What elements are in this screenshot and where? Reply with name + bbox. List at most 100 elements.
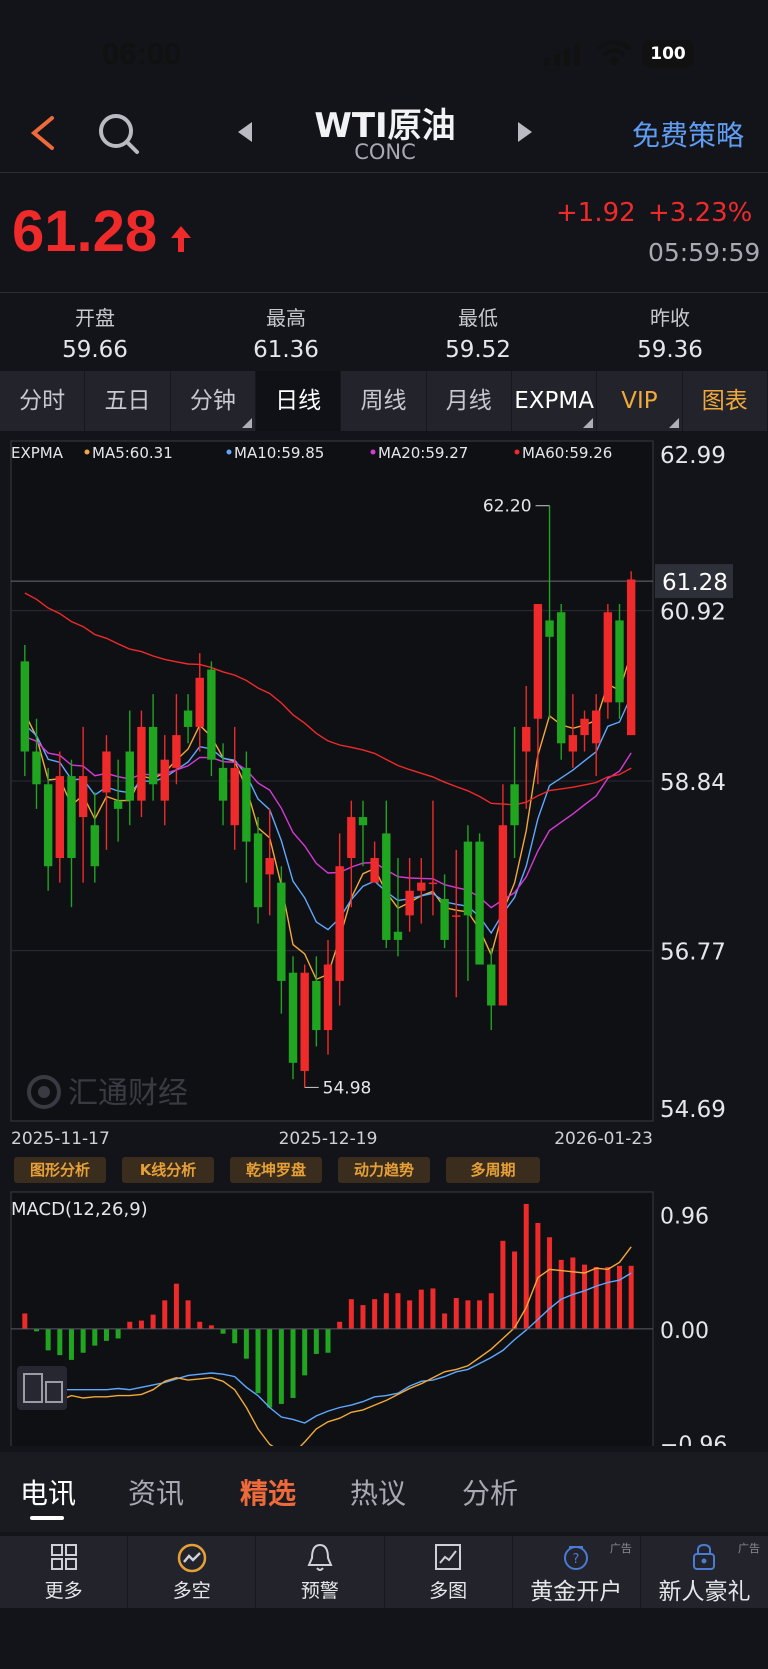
- candle-body: [312, 980, 321, 1031]
- candle-body: [568, 735, 578, 752]
- macd-bar: [628, 1265, 634, 1329]
- macd-bar: [360, 1305, 366, 1329]
- stat-label: 最高: [266, 306, 306, 330]
- tool-kline-analysis[interactable]: K线分析: [122, 1157, 214, 1183]
- tool-pattern-analysis[interactable]: 图形分析: [14, 1157, 106, 1183]
- back-button[interactable]: [22, 108, 66, 158]
- x-tick-label: 2025-12-19: [279, 1129, 378, 1149]
- candle-body: [452, 915, 461, 917]
- toolbar-newcomer-gift[interactable]: 新人豪礼 广告: [641, 1536, 768, 1608]
- tab-five-day[interactable]: 五日: [85, 371, 171, 431]
- tab-vip[interactable]: VIP: [597, 371, 683, 431]
- toolbar-label: 新人豪礼: [658, 1579, 751, 1605]
- stat-value: 59.52: [445, 337, 511, 363]
- tool-momentum-trend[interactable]: 动力趋势: [338, 1157, 430, 1183]
- candle-body: [242, 767, 251, 842]
- macd-bar: [80, 1328, 86, 1353]
- macd-y-tick: −0.96: [660, 1433, 727, 1446]
- candle-body: [347, 817, 356, 859]
- battery-level: 100: [650, 44, 686, 64]
- tab-daily[interactable]: 日线: [255, 371, 342, 431]
- candle-body: [463, 841, 473, 916]
- macd-bar: [605, 1267, 611, 1329]
- toolbar-multi-chart[interactable]: 多图: [385, 1536, 513, 1608]
- macd-bar: [547, 1237, 553, 1329]
- toolbar-gold-account[interactable]: ? 黄金开户 广告: [513, 1536, 641, 1608]
- macd-bar: [162, 1300, 168, 1329]
- macd-bar: [267, 1328, 273, 1408]
- macd-bar: [57, 1328, 63, 1356]
- macd-bar: [407, 1300, 413, 1329]
- toolbar-label: 预警: [300, 1580, 339, 1602]
- candle-body: [382, 833, 391, 940]
- toolbar-long-short[interactable]: 多空: [128, 1536, 257, 1608]
- toolbar-label: 多空: [172, 1580, 211, 1602]
- tab-label: EXPMA: [514, 388, 594, 414]
- chevron-left-icon: [30, 116, 54, 150]
- macd-bar: [92, 1328, 98, 1346]
- macd-bar: [430, 1288, 436, 1329]
- macd-bar: [22, 1313, 28, 1329]
- symbol-code: CONC: [354, 140, 416, 164]
- macd-bar: [453, 1297, 459, 1329]
- tab-weekly[interactable]: 周线: [341, 371, 427, 431]
- macd-chart[interactable]: MACD(12,26,9) 0.96 0.00 −0.96: [0, 1186, 768, 1446]
- kline-chart[interactable]: 汇通财经 EXPMA MA5:60.31 MA10:59.85 MA20:59.27 M…: [0, 432, 768, 1152]
- candle-body: [148, 726, 158, 785]
- legend-label: MA5:60.31: [92, 444, 173, 462]
- prev-symbol-button[interactable]: [236, 120, 256, 144]
- tab-chart-settings[interactable]: 图表: [683, 371, 768, 431]
- macd-bar: [313, 1328, 319, 1354]
- tab-minute[interactable]: 分钟: [171, 371, 256, 431]
- candle: [300, 964, 309, 1088]
- candle-body: [183, 710, 193, 727]
- chart-fullscreen-button[interactable]: [17, 1366, 67, 1410]
- macd-title: MACD(12,26,9): [11, 1199, 148, 1220]
- candle-body: [32, 751, 41, 785]
- y-tick-label: 62.99: [660, 443, 726, 469]
- tab-telegraph[interactable]: 电讯: [20, 1472, 76, 1512]
- stat-open: 开盘 59.66: [20, 302, 170, 363]
- quote-time: 05:59:59: [648, 238, 761, 267]
- toolbar-alert[interactable]: 预警: [256, 1536, 385, 1608]
- tab-expma[interactable]: EXPMA: [512, 371, 598, 431]
- candle-body: [487, 964, 496, 1006]
- tab-news[interactable]: 资讯: [128, 1472, 184, 1512]
- toolbar-more[interactable]: 更多: [0, 1536, 129, 1608]
- macd-bar: [185, 1300, 191, 1329]
- macd-bar: [372, 1299, 378, 1329]
- tab-discussion[interactable]: 热议: [350, 1472, 406, 1512]
- divider: [0, 292, 768, 293]
- indicator-name: EXPMA: [11, 444, 64, 462]
- candle-body: [160, 759, 169, 801]
- price-change: +1.92: [556, 198, 636, 228]
- tab-featured[interactable]: 精选: [240, 1472, 296, 1512]
- dropdown-corner-icon: [668, 418, 679, 428]
- macd-bar: [488, 1293, 494, 1329]
- macd-bar: [45, 1328, 51, 1351]
- candle-body: [591, 710, 601, 744]
- tab-analysis[interactable]: 分析: [462, 1472, 518, 1512]
- news-tabs: 电讯 资讯 精选 热议 分析: [0, 1452, 768, 1532]
- tab-monthly[interactable]: 月线: [427, 371, 512, 431]
- stat-prev-close: 昨收 59.36: [595, 302, 745, 363]
- next-symbol-button[interactable]: [514, 120, 534, 144]
- macd-bar: [465, 1300, 471, 1329]
- search-button[interactable]: [96, 108, 142, 158]
- multi-chart-icon: [435, 1544, 462, 1570]
- candle-body: [440, 898, 449, 940]
- stat-value: 59.36: [637, 337, 703, 363]
- free-strategy-button[interactable]: 免费策略: [632, 114, 744, 154]
- macd-bar: [197, 1321, 203, 1329]
- tab-intraday[interactable]: 分时: [0, 371, 86, 431]
- candle-body: [137, 726, 146, 801]
- candle: [603, 604, 613, 719]
- candle-body: [370, 858, 379, 883]
- candle-body: [67, 776, 76, 859]
- battery-icon: 100: [642, 40, 694, 68]
- macd-bar: [593, 1267, 599, 1329]
- up-arrow-icon: [170, 224, 192, 254]
- tool-compass[interactable]: 乾坤罗盘: [230, 1157, 322, 1183]
- tool-multi-period[interactable]: 多周期: [446, 1157, 540, 1183]
- legend-label: MA20:59.27: [378, 444, 468, 462]
